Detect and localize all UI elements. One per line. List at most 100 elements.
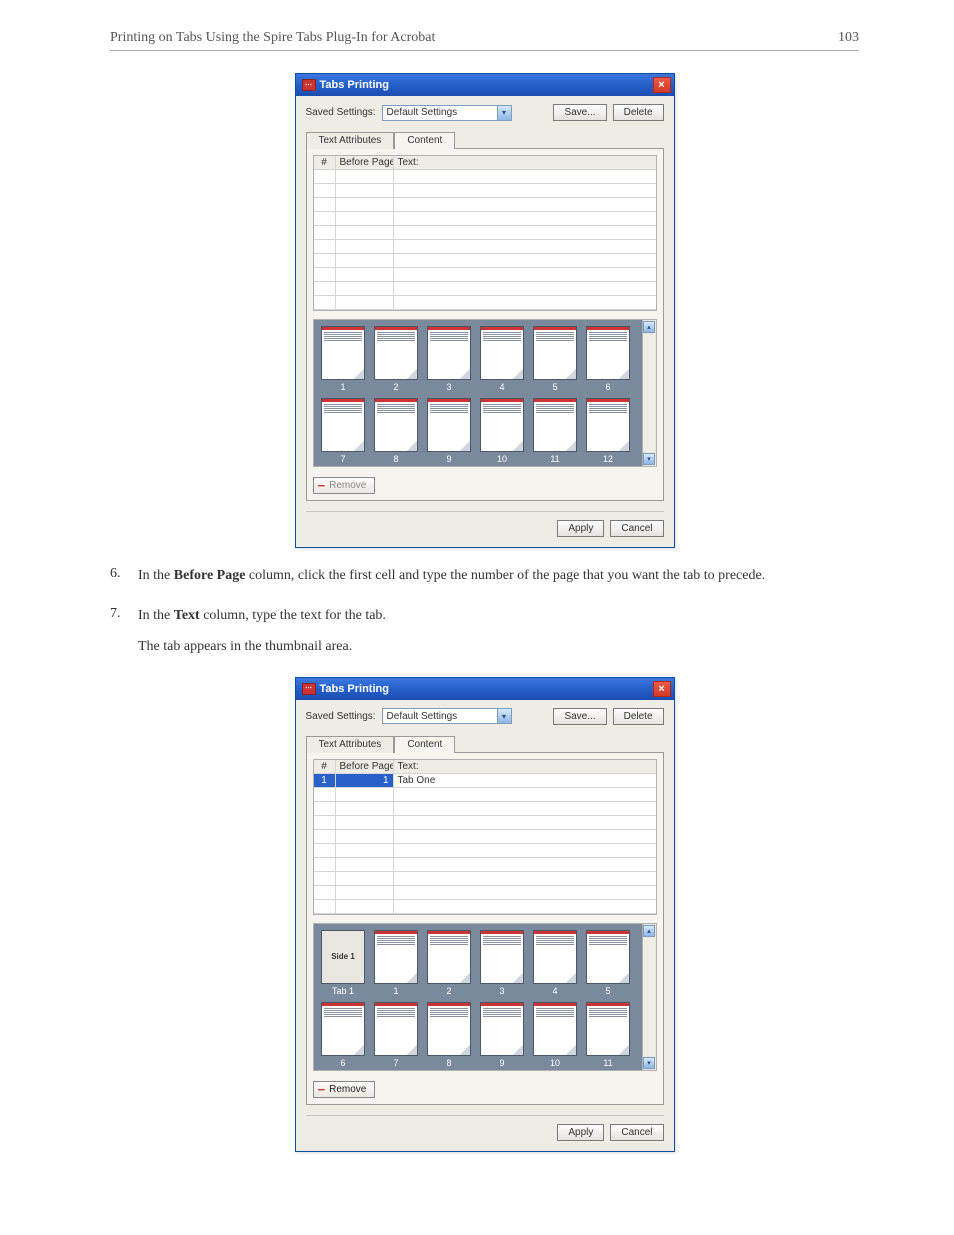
titlebar[interactable]: ⋯ Tabs Printing × <box>296 74 674 96</box>
cell-before-page[interactable] <box>336 226 394 240</box>
cell-text[interactable] <box>394 830 656 844</box>
cell-n[interactable] <box>314 900 336 914</box>
delete-button[interactable]: Delete <box>613 104 664 121</box>
cell-before-page[interactable] <box>336 212 394 226</box>
thumbnail-page[interactable]: 8 <box>373 398 420 464</box>
tab-text-attributes[interactable]: Text Attributes <box>306 736 395 753</box>
cell-text[interactable] <box>394 788 656 802</box>
save-button[interactable]: Save... <box>553 104 606 121</box>
cell-before-page[interactable] <box>336 788 394 802</box>
saved-settings-select[interactable]: Default Settings ▾ <box>382 105 512 121</box>
cell-n[interactable] <box>314 872 336 886</box>
cancel-button[interactable]: Cancel <box>610 520 663 537</box>
col-text[interactable]: Text: <box>394 156 656 170</box>
scroll-down-icon[interactable]: ▾ <box>643 1057 655 1069</box>
save-button[interactable]: Save... <box>553 708 606 725</box>
cell-text[interactable] <box>394 268 656 282</box>
cell-before-page[interactable] <box>336 858 394 872</box>
scroll-up-icon[interactable]: ▴ <box>643 321 655 333</box>
cell-before-page[interactable] <box>336 816 394 830</box>
thumbnail-page[interactable]: 1 <box>373 930 420 996</box>
cell-n[interactable] <box>314 816 336 830</box>
thumbnail-page[interactable]: 10 <box>479 398 526 464</box>
col-text[interactable]: Text: <box>394 760 656 774</box>
cell-text[interactable]: Tab One <box>394 774 656 788</box>
table-row[interactable] <box>314 858 656 872</box>
tab-text-attributes[interactable]: Text Attributes <box>306 132 395 149</box>
thumbnail-tab[interactable]: Side 1Tab 1 <box>320 930 367 996</box>
cell-text[interactable] <box>394 198 656 212</box>
cell-n[interactable] <box>314 268 336 282</box>
cell-before-page[interactable]: 1 <box>336 774 394 788</box>
cell-n[interactable] <box>314 170 336 184</box>
cell-n[interactable] <box>314 830 336 844</box>
cell-n[interactable] <box>314 212 336 226</box>
cell-n[interactable] <box>314 296 336 310</box>
saved-settings-select[interactable]: Default Settings ▾ <box>382 708 512 724</box>
cell-before-page[interactable] <box>336 198 394 212</box>
close-icon[interactable]: × <box>653 681 671 697</box>
cell-text[interactable] <box>394 170 656 184</box>
cell-n[interactable] <box>314 858 336 872</box>
cell-before-page[interactable] <box>336 830 394 844</box>
cell-before-page[interactable] <box>336 802 394 816</box>
table-row[interactable] <box>314 788 656 802</box>
cell-before-page[interactable] <box>336 240 394 254</box>
table-row[interactable] <box>314 886 656 900</box>
thumbnail-page[interactable]: 6 <box>585 326 632 392</box>
cell-before-page[interactable] <box>336 268 394 282</box>
thumbnail-page[interactable]: 12 <box>585 398 632 464</box>
cell-text[interactable] <box>394 900 656 914</box>
col-before-page[interactable]: Before Page <box>336 760 394 774</box>
thumbnail-page[interactable]: 5 <box>585 930 632 996</box>
cell-before-page[interactable] <box>336 296 394 310</box>
cell-text[interactable] <box>394 296 656 310</box>
cell-before-page[interactable] <box>336 872 394 886</box>
scroll-track[interactable] <box>643 938 655 1056</box>
col-n[interactable]: # <box>314 156 336 170</box>
cell-text[interactable] <box>394 240 656 254</box>
cell-before-page[interactable] <box>336 170 394 184</box>
thumbnail-page[interactable]: 4 <box>479 326 526 392</box>
thumbnail-page[interactable]: 4 <box>532 930 579 996</box>
cell-n[interactable] <box>314 886 336 900</box>
remove-button[interactable]: − Remove <box>313 1081 376 1098</box>
tab-content[interactable]: Content <box>394 736 455 753</box>
table-row[interactable] <box>314 226 656 240</box>
cell-text[interactable] <box>394 844 656 858</box>
thumbnail-page[interactable]: 10 <box>532 1002 579 1068</box>
thumbnail-page[interactable]: 2 <box>373 326 420 392</box>
cell-n[interactable] <box>314 802 336 816</box>
scroll-up-icon[interactable]: ▴ <box>643 925 655 937</box>
cancel-button[interactable]: Cancel <box>610 1124 663 1141</box>
table-row[interactable] <box>314 872 656 886</box>
cell-text[interactable] <box>394 184 656 198</box>
table-row[interactable] <box>314 268 656 282</box>
cell-text[interactable] <box>394 872 656 886</box>
table-row[interactable] <box>314 212 656 226</box>
apply-button[interactable]: Apply <box>557 1124 604 1141</box>
cell-before-page[interactable] <box>336 886 394 900</box>
cell-n[interactable] <box>314 184 336 198</box>
cell-before-page[interactable] <box>336 844 394 858</box>
table-row[interactable] <box>314 198 656 212</box>
thumbnail-page[interactable]: 7 <box>373 1002 420 1068</box>
table-row[interactable] <box>314 282 656 296</box>
delete-button[interactable]: Delete <box>613 708 664 725</box>
thumbnail-page[interactable]: 11 <box>585 1002 632 1068</box>
table-row[interactable] <box>314 240 656 254</box>
cell-text[interactable] <box>394 858 656 872</box>
scrollbar[interactable]: ▴ ▾ <box>642 924 656 1070</box>
cell-text[interactable] <box>394 802 656 816</box>
cell-n[interactable] <box>314 844 336 858</box>
cell-n[interactable] <box>314 788 336 802</box>
cell-before-page[interactable] <box>336 900 394 914</box>
cell-n[interactable] <box>314 198 336 212</box>
cell-before-page[interactable] <box>336 254 394 268</box>
table-row[interactable] <box>314 844 656 858</box>
table-row[interactable] <box>314 830 656 844</box>
cell-before-page[interactable] <box>336 282 394 296</box>
thumbnail-page[interactable]: 5 <box>532 326 579 392</box>
col-before-page[interactable]: Before Page <box>336 156 394 170</box>
close-icon[interactable]: × <box>653 77 671 93</box>
